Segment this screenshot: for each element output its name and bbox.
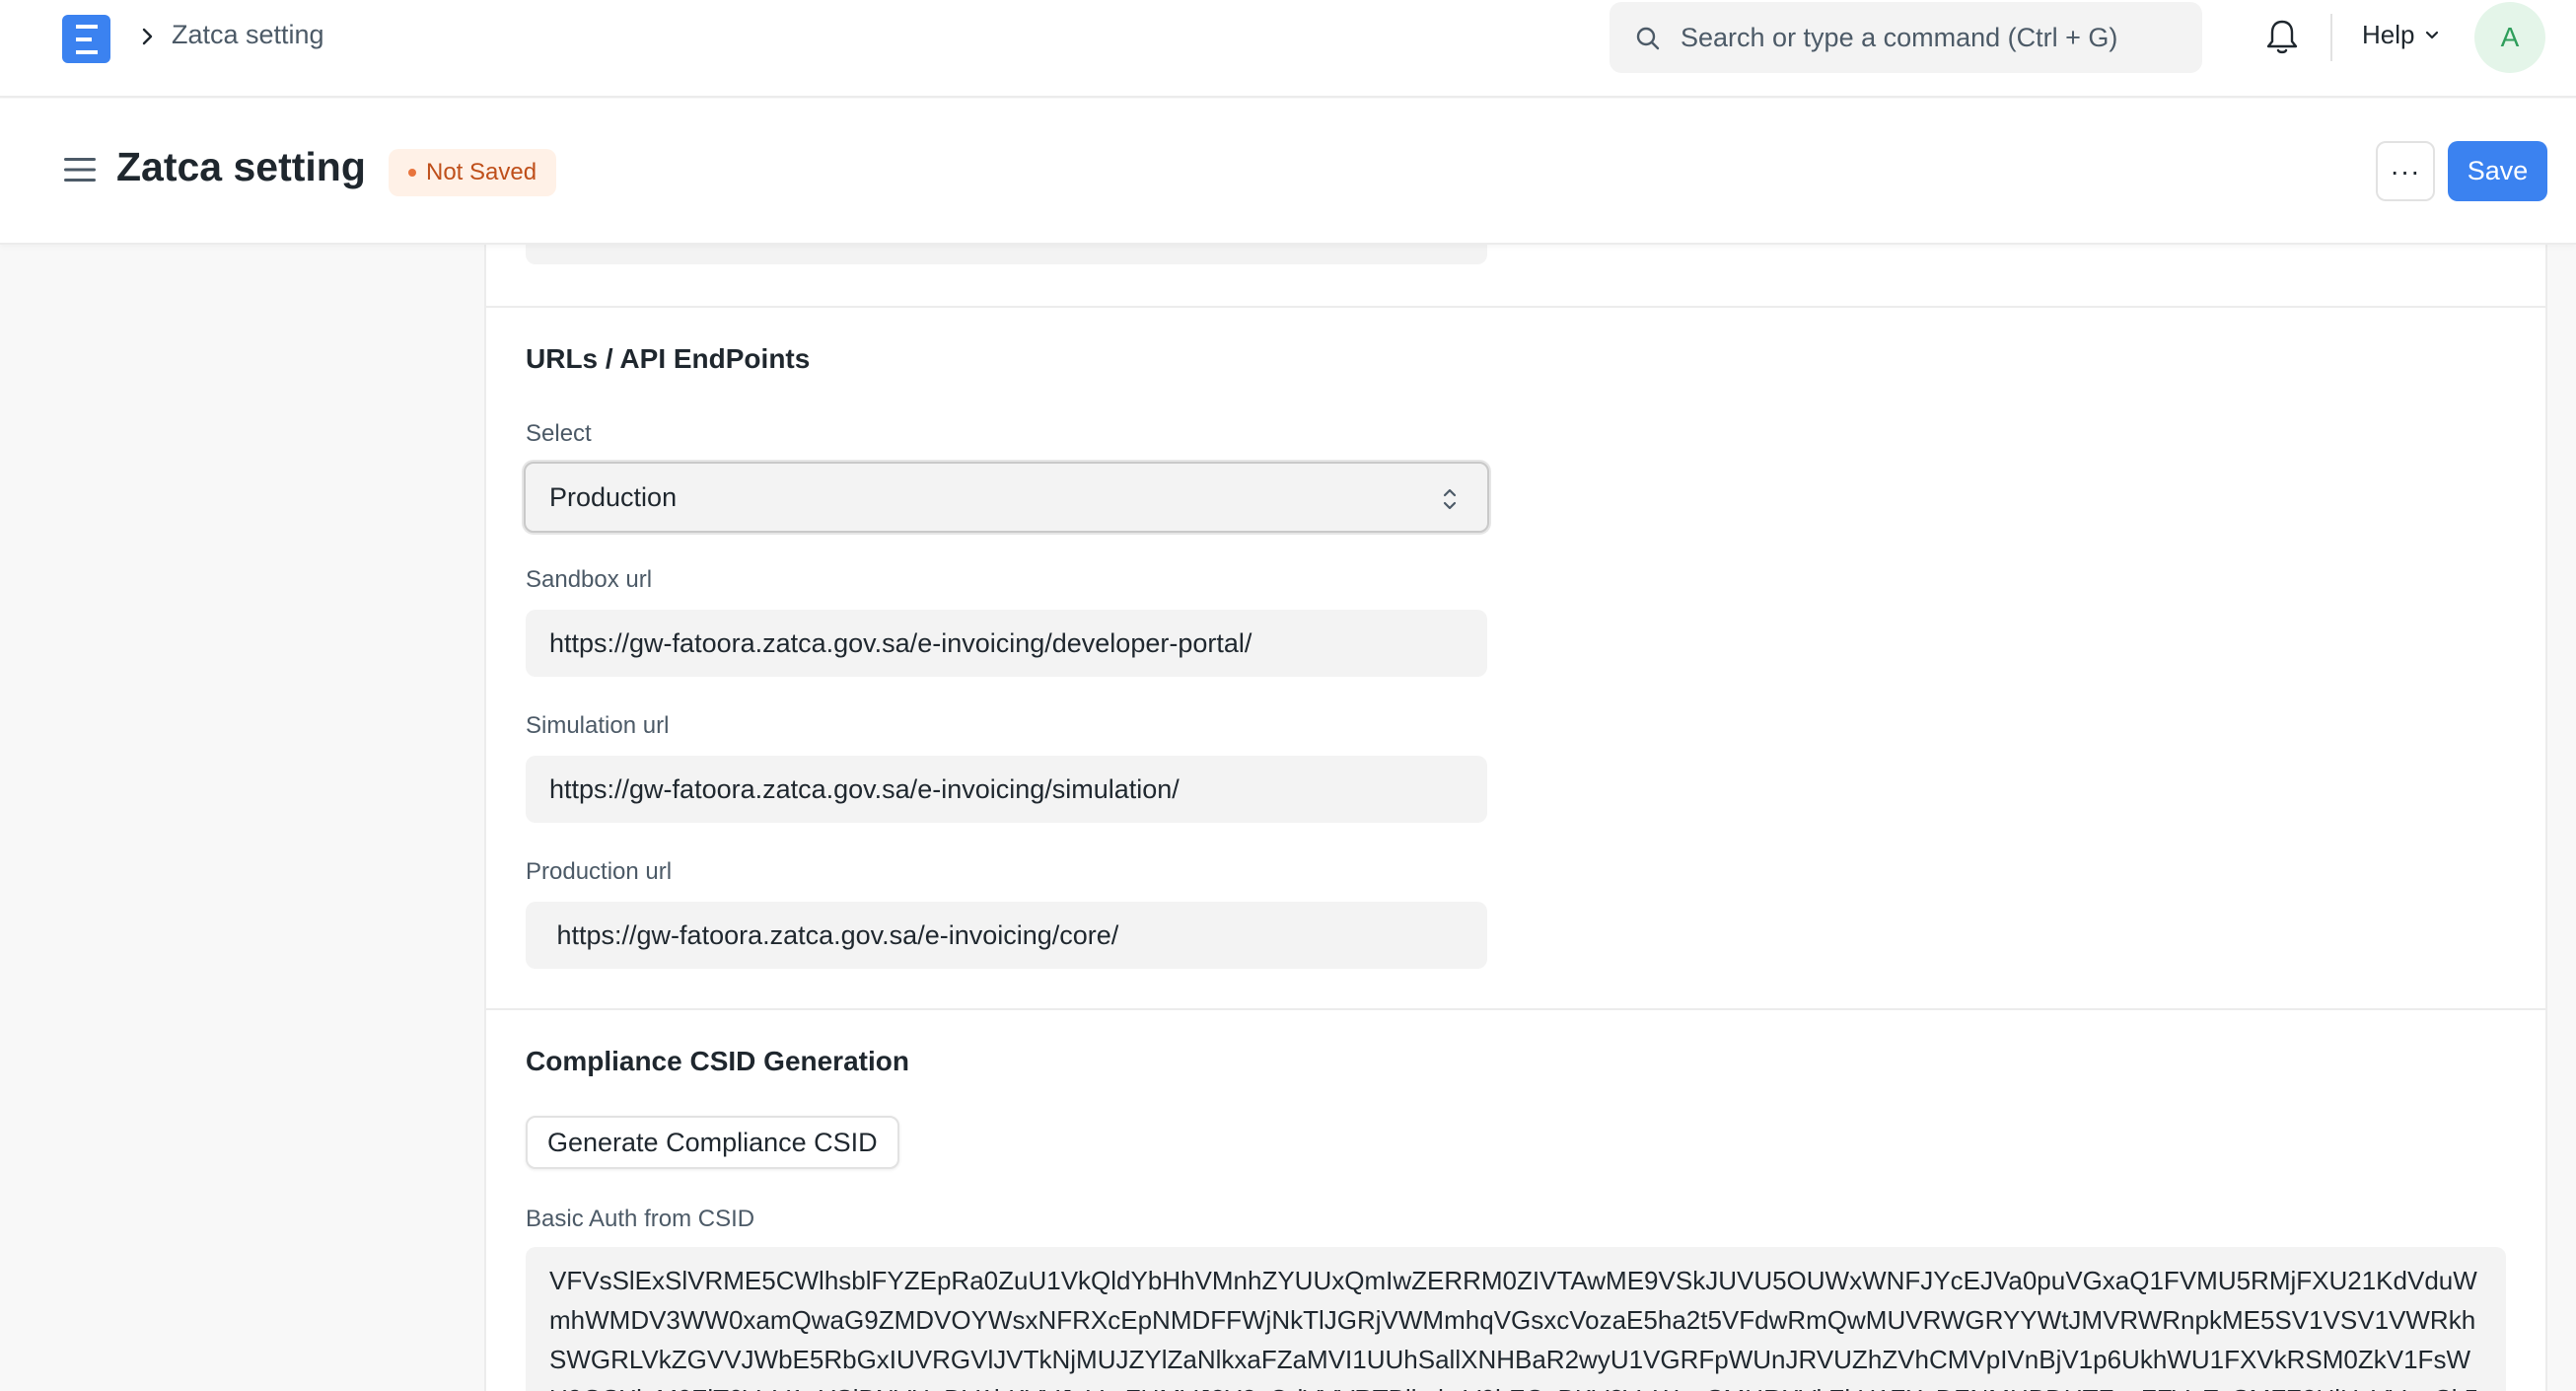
section-divider [486, 1008, 2545, 1010]
save-button[interactable]: Save [2448, 141, 2547, 201]
page-title: Zatca setting [116, 144, 366, 189]
environment-select-value: Production [549, 481, 678, 512]
form-card: URLs / API EndPoints Select Production S… [484, 197, 2547, 1391]
select-arrows-icon [1443, 488, 1457, 510]
simulation-url-input[interactable]: https://gw-fatoora.zatca.gov.sa/e-invoic… [526, 756, 1487, 823]
user-avatar[interactable]: A [2474, 2, 2545, 73]
generate-compliance-csid-button[interactable]: Generate Compliance CSID [526, 1116, 899, 1169]
basic-auth-label: Basic Auth from CSID [526, 1206, 755, 1232]
help-label: Help [2362, 20, 2415, 49]
erpnext-logo-icon [75, 24, 98, 54]
notification-bell-icon[interactable] [2264, 18, 2300, 55]
production-url-input[interactable]: https://gw-fatoora.zatca.gov.sa/e-invoic… [526, 902, 1487, 969]
sandbox-url-label: Sandbox url [526, 566, 653, 593]
navbar: Zatca setting Help A [0, 0, 2576, 98]
search-input[interactable] [1681, 2, 2183, 73]
page-head: Zatca setting Not Saved ··· Save [0, 99, 2576, 245]
app-logo[interactable] [62, 15, 110, 63]
sidebar-toggle-icon[interactable] [64, 157, 96, 183]
help-dropdown[interactable]: Help [2362, 20, 2440, 50]
section-title-urls: URLs / API EndPoints [526, 343, 811, 374]
status-dot [408, 169, 416, 177]
navbar-divider [2330, 14, 2332, 61]
select-label: Select [526, 420, 592, 447]
production-url-label: Production url [526, 858, 673, 885]
simulation-url-label: Simulation url [526, 712, 670, 739]
chevron-right-icon [142, 28, 153, 45]
breadcrumb-zatca-setting[interactable]: Zatca setting [172, 20, 324, 50]
basic-auth-textarea[interactable]: VFVsSlExSlVRME5CWlhsblFYZEpRa0ZuU1VkQldY… [526, 1247, 2506, 1391]
more-actions-button[interactable]: ··· [2376, 141, 2435, 201]
section-title-compliance: Compliance CSID Generation [526, 1046, 909, 1076]
status-badge: Not Saved [389, 149, 557, 196]
search-icon [1636, 27, 1660, 50]
environment-select[interactable]: Production [524, 462, 1489, 533]
search-bar[interactable] [1610, 2, 2202, 73]
sandbox-url-input[interactable]: https://gw-fatoora.zatca.gov.sa/e-invoic… [526, 610, 1487, 677]
chevron-down-icon [2426, 31, 2439, 38]
section-divider [486, 306, 2545, 308]
status-label: Not Saved [426, 159, 537, 185]
